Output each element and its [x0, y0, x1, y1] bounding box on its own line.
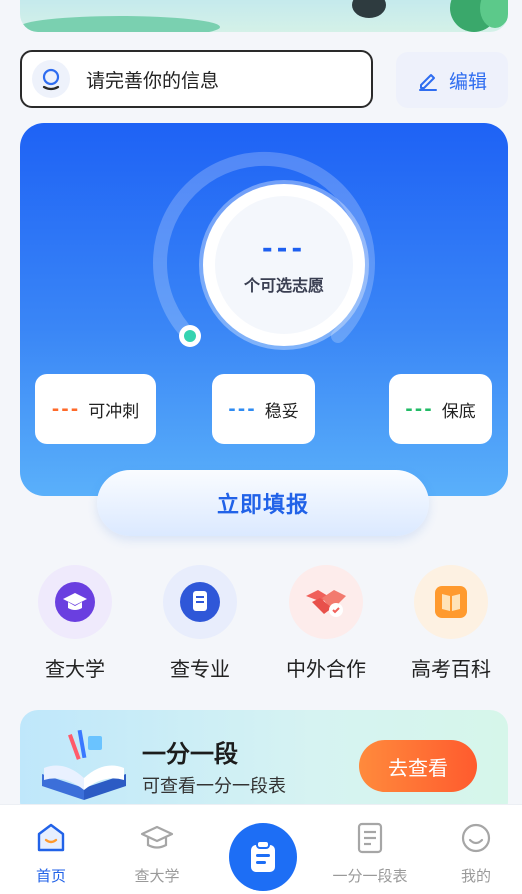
safe-label: 保底: [441, 401, 476, 422]
steady-count-pill[interactable]: --- 稳妥: [212, 374, 315, 444]
edit-button-label: 编辑: [448, 70, 487, 93]
tab-label: 查大学: [134, 867, 180, 885]
pencil-icon: [418, 74, 437, 91]
tab-fill-application[interactable]: [229, 823, 297, 891]
steady-label: 稳妥: [264, 401, 299, 422]
bookmark-icon: [163, 565, 237, 639]
promo-title: 一分一段: [142, 740, 238, 768]
document-icon: [357, 822, 383, 854]
quick-link-find-major[interactable]: 查专业: [145, 565, 255, 682]
tab-home[interactable]: 首页: [6, 821, 96, 886]
home-icon: [37, 823, 65, 852]
graduation-cap-icon: [38, 565, 112, 639]
banner-hill-decoration: [20, 16, 220, 32]
volunteer-count-circle: --- 个可选志愿: [203, 184, 365, 346]
steady-count: ---: [228, 398, 257, 420]
quick-link-label: 查专业: [170, 657, 230, 681]
quick-link-label: 高考百科: [411, 657, 491, 681]
graduation-cap-icon: [140, 825, 174, 849]
volunteer-count: ---: [261, 234, 307, 264]
promo-subtitle: 可查看一分一段表: [142, 776, 286, 797]
profile-icon: [461, 823, 491, 853]
book-icon: [414, 565, 488, 639]
open-book-icon: [42, 729, 126, 800]
complete-profile-bar[interactable]: 请完善你的信息: [20, 50, 373, 108]
profile-prompt-text: 请完善你的信息: [86, 69, 220, 92]
tab-label: 我的: [460, 867, 491, 885]
quick-link-label: 查大学: [45, 657, 105, 681]
clipboard-icon: [251, 840, 275, 872]
quick-link-joint-program[interactable]: 中外合作: [271, 565, 381, 682]
bottom-tab-bar: 首页 查大学 一分一段表 我的: [0, 804, 522, 894]
tab-score-rank-table[interactable]: 一分一段表: [325, 821, 415, 886]
quick-link-label: 中外合作: [286, 657, 366, 681]
quick-link-gaokao-wiki[interactable]: 高考百科: [396, 565, 506, 682]
volunteer-count-label: 个可选志愿: [243, 276, 324, 295]
top-banner[interactable]: [20, 0, 508, 32]
volunteer-summary-card: --- 个可选志愿 --- 可冲刺 --- 稳妥 --- 保底: [20, 123, 508, 496]
avatar-icon: [32, 60, 70, 98]
tab-find-university[interactable]: 查大学: [112, 821, 202, 886]
tab-label: 一分一段表: [332, 867, 408, 885]
tab-label: 首页: [35, 867, 66, 885]
rush-label: 可冲刺: [88, 401, 140, 422]
safe-count-pill[interactable]: --- 保底: [389, 374, 492, 444]
fill-now-button[interactable]: 立即填报: [97, 470, 429, 536]
rush-count: ---: [51, 398, 81, 420]
safe-count: ---: [405, 398, 434, 420]
quick-link-find-university[interactable]: 查大学: [20, 565, 130, 682]
edit-profile-button[interactable]: 编辑: [396, 52, 508, 108]
tab-profile[interactable]: 我的: [431, 821, 521, 886]
banner-dark-decoration: [352, 0, 386, 18]
view-score-rank-button[interactable]: 去查看: [359, 740, 477, 792]
rush-count-pill[interactable]: --- 可冲刺: [35, 374, 156, 444]
handshake-icon: [289, 565, 363, 639]
